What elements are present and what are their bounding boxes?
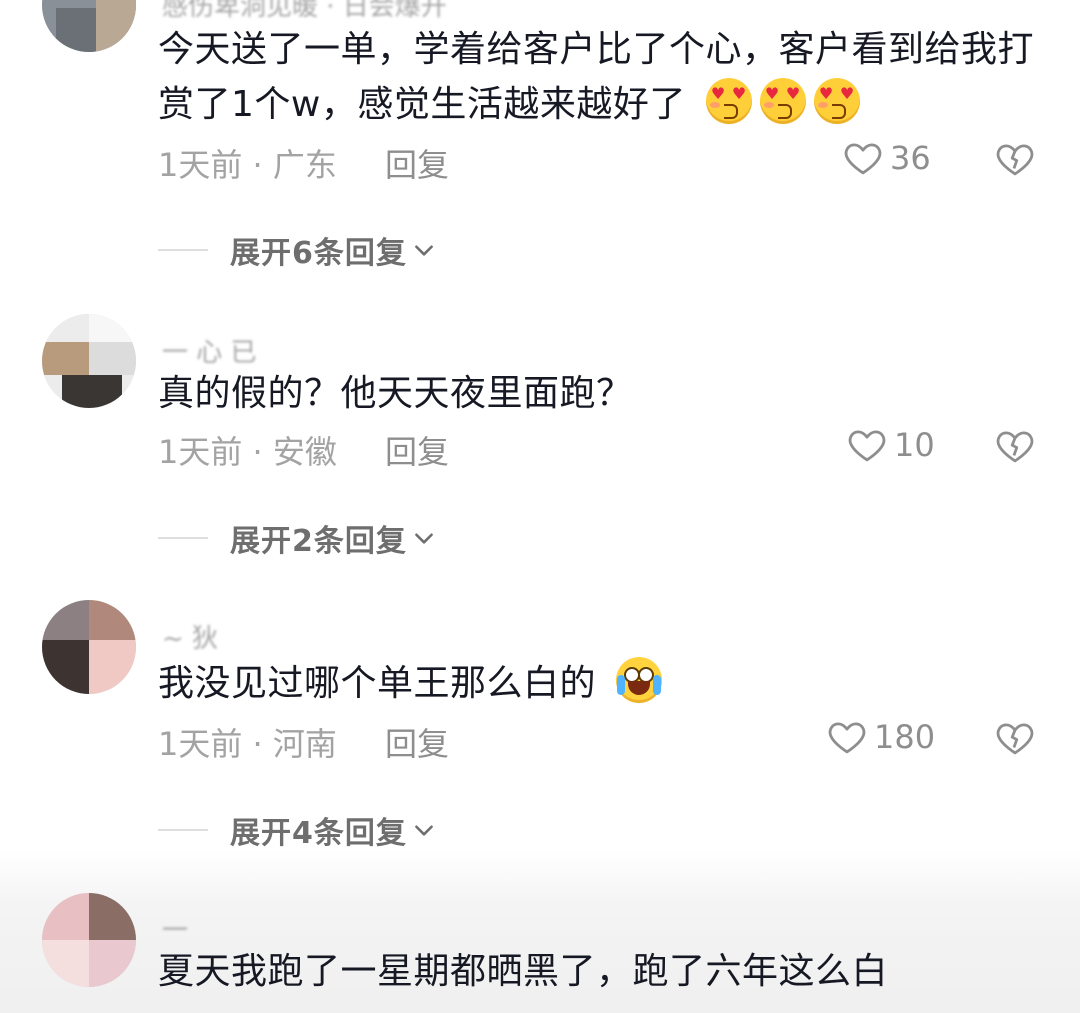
like-button[interactable]: 36: [842, 137, 931, 179]
like-count: 36: [890, 139, 931, 177]
reply-button[interactable]: 回复: [385, 427, 449, 473]
heart-icon: [848, 430, 886, 462]
comment-meta: 1天前 · 安徽: [158, 433, 337, 471]
avatar[interactable]: [42, 0, 136, 52]
face-with-tears-of-joy-icon: [615, 657, 662, 703]
reply-button[interactable]: 回复: [385, 140, 449, 186]
like-count: 180: [874, 718, 936, 756]
comment-meta: 1天前 · 广东: [158, 146, 337, 184]
chevron-down-icon: [414, 825, 433, 836]
heart-icon: [844, 143, 882, 175]
smiling-face-with-heart-eyes-icon: ♥ ♥: [759, 78, 806, 124]
broken-heart-icon[interactable]: [994, 138, 1036, 180]
divider: [158, 829, 208, 831]
username[interactable]: 感伤卑洞见暖 · 日会爆开: [162, 0, 447, 23]
heart-icon: [828, 722, 866, 754]
avatar[interactable]: [42, 600, 136, 694]
divider: [158, 537, 208, 539]
comment-text: 夏天我跑了一星期都晒黑了，跑了六年这么白: [158, 951, 889, 992]
expand-replies[interactable]: 展开6条回复: [158, 228, 437, 272]
like-count: 10: [894, 426, 935, 464]
broken-heart-icon[interactable]: [994, 425, 1036, 467]
avatar[interactable]: [42, 314, 136, 408]
username[interactable]: ~ 狄: [162, 618, 218, 655]
username[interactable]: 一: [162, 910, 188, 947]
smiling-face-with-heart-eyes-icon: ♥ ♥: [813, 78, 860, 124]
avatar[interactable]: [42, 893, 136, 987]
chevron-down-icon: [414, 533, 433, 544]
broken-heart-icon[interactable]: [994, 717, 1036, 759]
comment-text: 真的假的？他天天夜里面跑？: [158, 373, 633, 414]
divider: [158, 249, 208, 251]
like-button[interactable]: 10: [846, 424, 935, 466]
username[interactable]: 一 心 已: [162, 332, 257, 369]
chevron-down-icon: [414, 245, 433, 256]
smiling-face-with-heart-eyes-icon: ♥ ♥: [705, 78, 752, 124]
expand-replies[interactable]: 展开4条回复: [158, 808, 437, 852]
reply-button[interactable]: 回复: [385, 719, 449, 765]
comment-text: 我没见过哪个单王那么白的: [158, 656, 1038, 711]
like-button[interactable]: 180: [826, 716, 935, 758]
comment-text: 今天送了一单，学着给客户比了个心，客户看到给我打赏了1个w，感觉生活越来越好了 …: [158, 29, 1035, 125]
comment-meta: 1天前 · 河南: [158, 725, 337, 763]
expand-replies[interactable]: 展开2条回复: [158, 516, 437, 560]
